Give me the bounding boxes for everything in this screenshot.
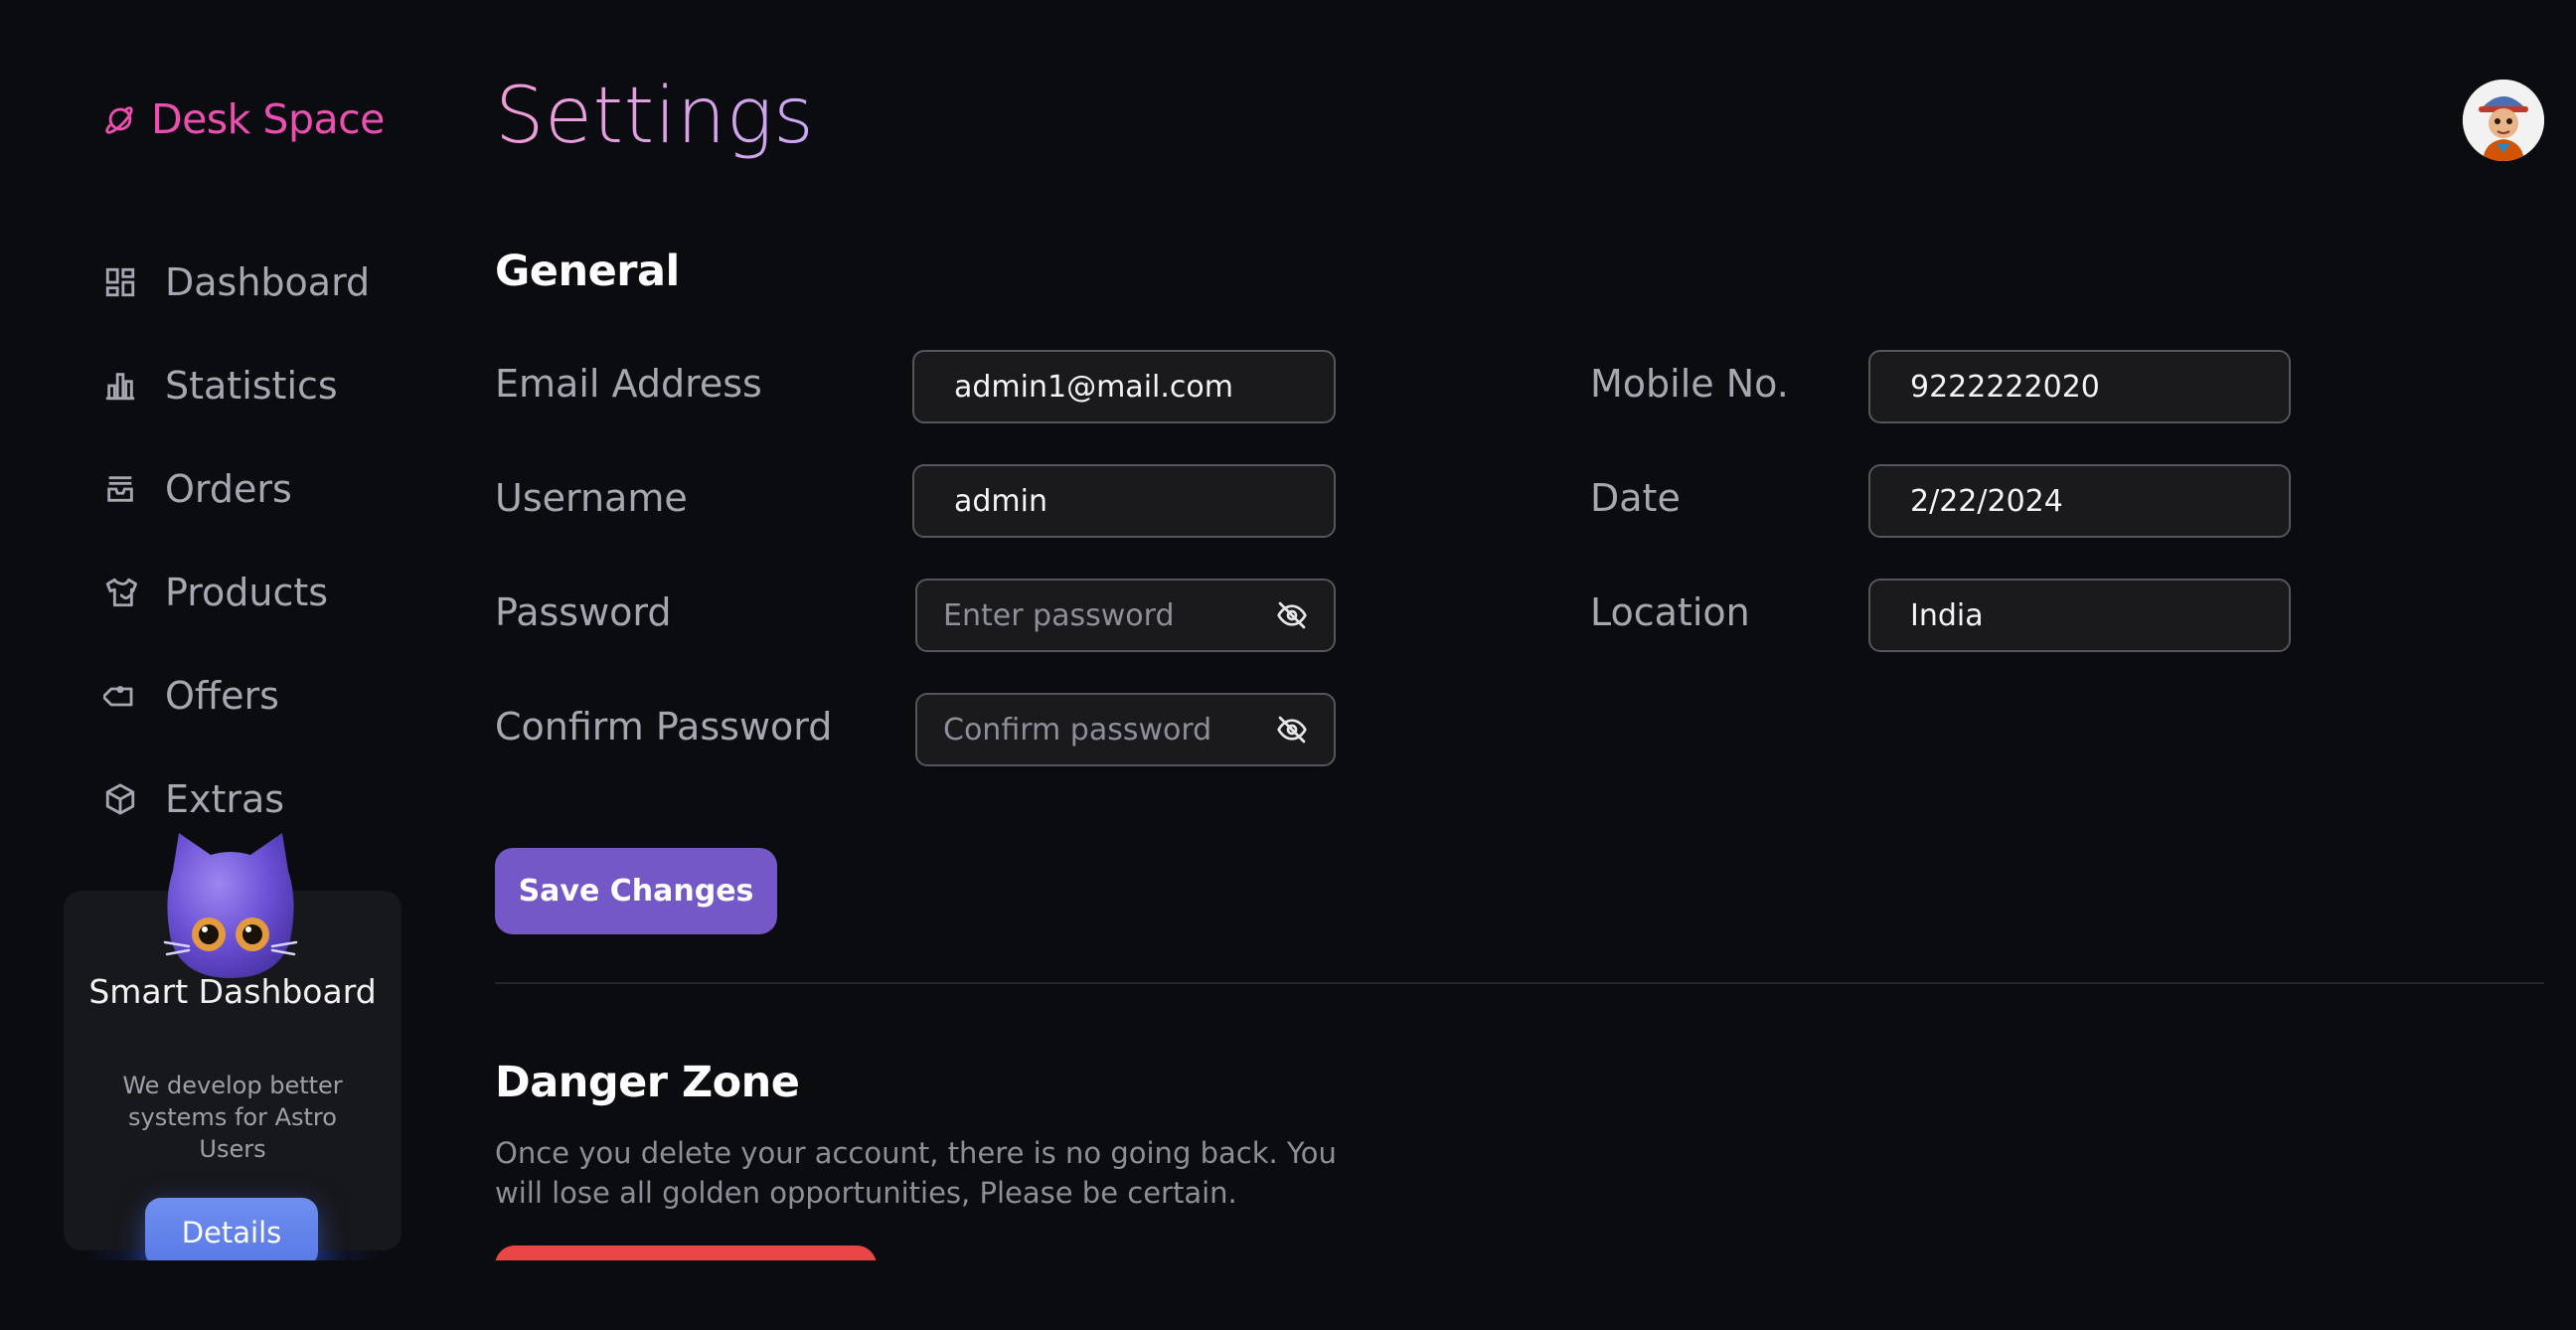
- general-section-title: General: [495, 247, 680, 296]
- confirm-password-field[interactable]: Confirm password: [915, 693, 1336, 766]
- save-changes-button[interactable]: Save Changes: [495, 848, 777, 934]
- sidebar-item-label: Dashboard: [165, 260, 371, 304]
- eye-off-icon[interactable]: [1276, 599, 1308, 631]
- dashboard-icon: [105, 267, 135, 297]
- inbox-icon: [107, 476, 133, 502]
- mobile-value: 9222222020: [1910, 369, 2100, 405]
- sidebar-item-orders[interactable]: Orders: [103, 437, 370, 541]
- eye-off-icon[interactable]: [1276, 714, 1308, 746]
- page-bottom-edge: [0, 1260, 2576, 1330]
- username-field[interactable]: admin: [912, 464, 1336, 538]
- avatar-image: [2463, 80, 2544, 161]
- cat-mascot-image: [163, 833, 298, 978]
- sidebar-item-label: Products: [165, 571, 329, 614]
- username-label: Username: [495, 476, 688, 520]
- email-field[interactable]: admin1@mail.com: [912, 350, 1336, 423]
- page-title: Settings: [495, 72, 815, 161]
- sidebar-item-statistics[interactable]: Statistics: [103, 334, 370, 437]
- sidebar-nav: Dashboard Statistics Orders Products Off…: [103, 231, 370, 851]
- cube-icon: [105, 783, 135, 815]
- confirm-password-label: Confirm Password: [495, 705, 833, 748]
- brand-logo[interactable]: Desk Space: [103, 95, 385, 143]
- planet-icon: [105, 106, 133, 134]
- danger-zone-description: Once you delete your account, there is n…: [495, 1136, 1337, 1210]
- avatar[interactable]: [2463, 80, 2544, 161]
- shirt-icon: [105, 578, 137, 607]
- email-value: admin1@mail.com: [954, 369, 1233, 405]
- sidebar-item-offers[interactable]: Offers: [103, 644, 370, 748]
- sidebar-item-label: Orders: [165, 467, 292, 511]
- password-label: Password: [495, 590, 672, 634]
- settings-page: Desk Space Dashboard Statistics Orders P…: [0, 0, 2576, 1330]
- brand-name: Desk Space: [151, 95, 385, 143]
- location-value: India: [1910, 597, 1984, 633]
- promo-title: Smart Dashboard: [88, 972, 377, 1011]
- location-field[interactable]: India: [1868, 579, 2291, 652]
- email-label: Email Address: [495, 362, 762, 406]
- sidebar-item-label: Offers: [165, 674, 279, 718]
- sidebar-item-dashboard[interactable]: Dashboard: [103, 231, 370, 334]
- location-label: Location: [1590, 590, 1750, 634]
- mobile-label: Mobile No.: [1590, 362, 1789, 406]
- tag-icon: [103, 686, 133, 707]
- date-field[interactable]: 2/22/2024: [1868, 464, 2291, 538]
- confirm-password-placeholder: Confirm password: [943, 712, 1212, 748]
- bar-chart-icon: [105, 373, 135, 401]
- sidebar-item-label: Statistics: [165, 364, 338, 408]
- promo-description: We develop better systems for Astro User…: [122, 1072, 343, 1163]
- password-field[interactable]: Enter password: [915, 579, 1336, 652]
- details-button[interactable]: Details: [145, 1198, 318, 1267]
- sidebar-item-products[interactable]: Products: [103, 541, 370, 644]
- date-value: 2/22/2024: [1910, 483, 2063, 519]
- date-label: Date: [1590, 476, 1681, 520]
- sidebar-item-label: Extras: [165, 777, 285, 821]
- username-value: admin: [954, 483, 1047, 519]
- section-divider: [495, 982, 2544, 984]
- danger-zone-title: Danger Zone: [495, 1058, 800, 1107]
- mobile-field[interactable]: 9222222020: [1868, 350, 2291, 423]
- password-placeholder: Enter password: [943, 597, 1175, 633]
